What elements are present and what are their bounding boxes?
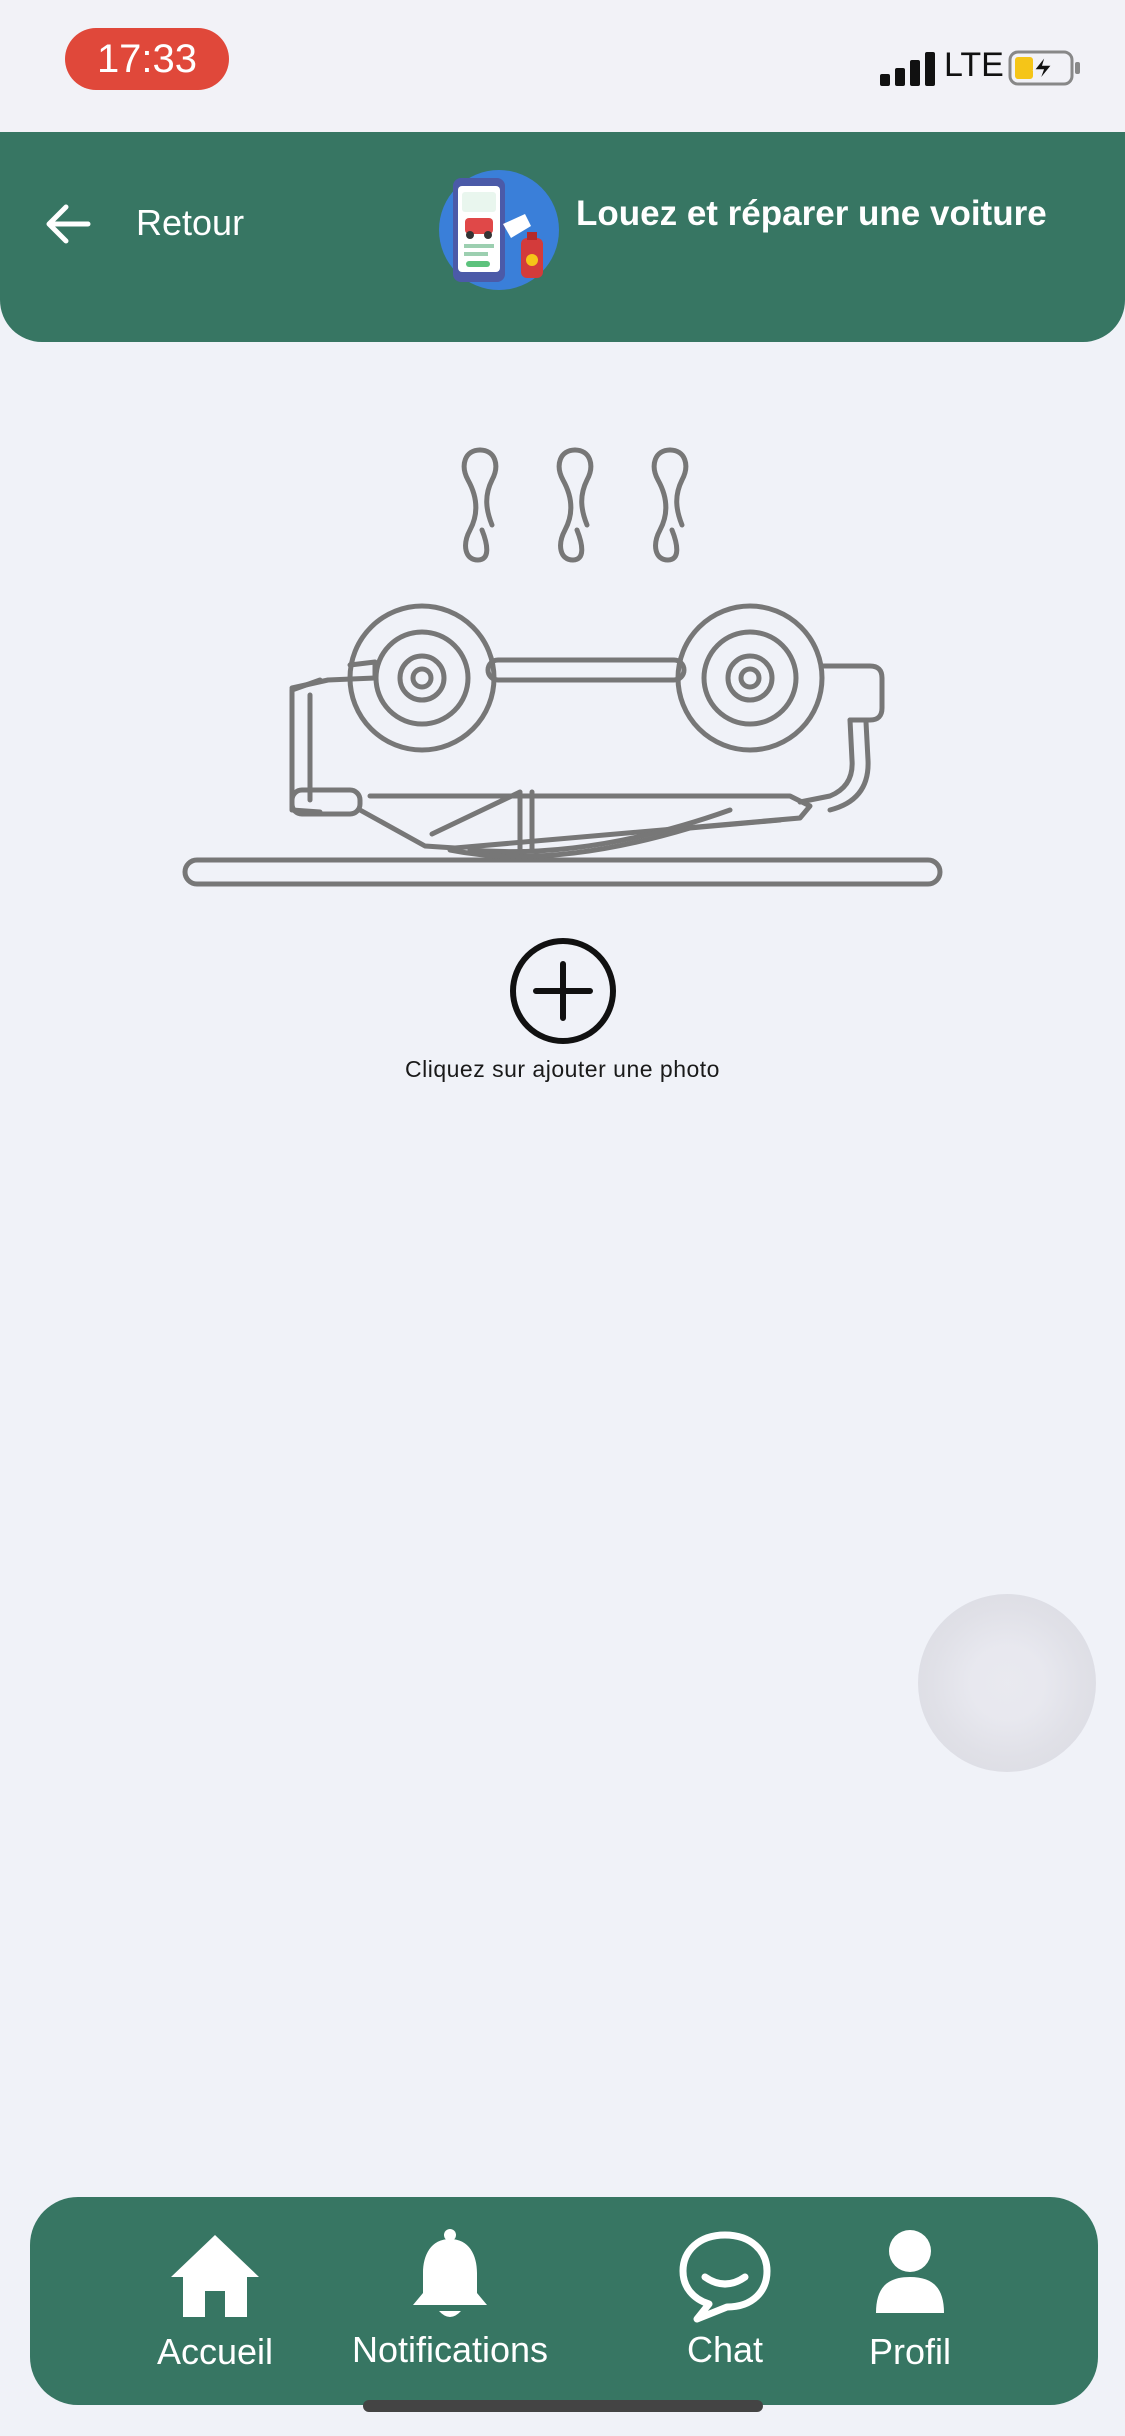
home-indicator[interactable] [363,2400,763,2412]
nav-label: Accueil [156,2331,274,2372]
signal-icon [880,50,940,86]
bottom-nav: Accueil Notifications Chat Profil [30,2197,1098,2405]
home-icon [171,2235,259,2317]
add-photo-hint: Cliquez sur ajouter une photo [405,1056,720,1082]
user-icon [876,2230,944,2313]
nav-label: Chat [686,2329,764,2370]
page-title: Louez et réparer une voiture [576,194,1047,233]
nav-item-notifications[interactable]: Notifications [335,2197,565,2405]
back-button[interactable]: Retour [136,202,244,244]
bell-icon [413,2229,487,2317]
app-header: Retour Louez et réparer une voiture [0,132,1125,342]
app-logo-icon [439,170,559,290]
nav-item-chat[interactable]: Chat [640,2197,810,2405]
overturned-car-icon [182,447,943,887]
nav-item-profil[interactable]: Profil [830,2197,990,2405]
battery-charging-icon [1008,50,1080,86]
back-arrow-icon[interactable] [38,194,98,254]
status-time: 17:33 [65,28,229,90]
nav-label: Profil [868,2331,952,2372]
add-photo-button[interactable] [508,936,618,1046]
status-bar: 17:33 LTE [0,0,1125,132]
network-label: LTE [944,46,1004,84]
nav-item-accueil[interactable]: Accueil [120,2197,310,2405]
assistive-touch-button[interactable] [918,1594,1096,1772]
chat-icon [679,2231,771,2323]
nav-label: Notifications [351,2329,549,2370]
